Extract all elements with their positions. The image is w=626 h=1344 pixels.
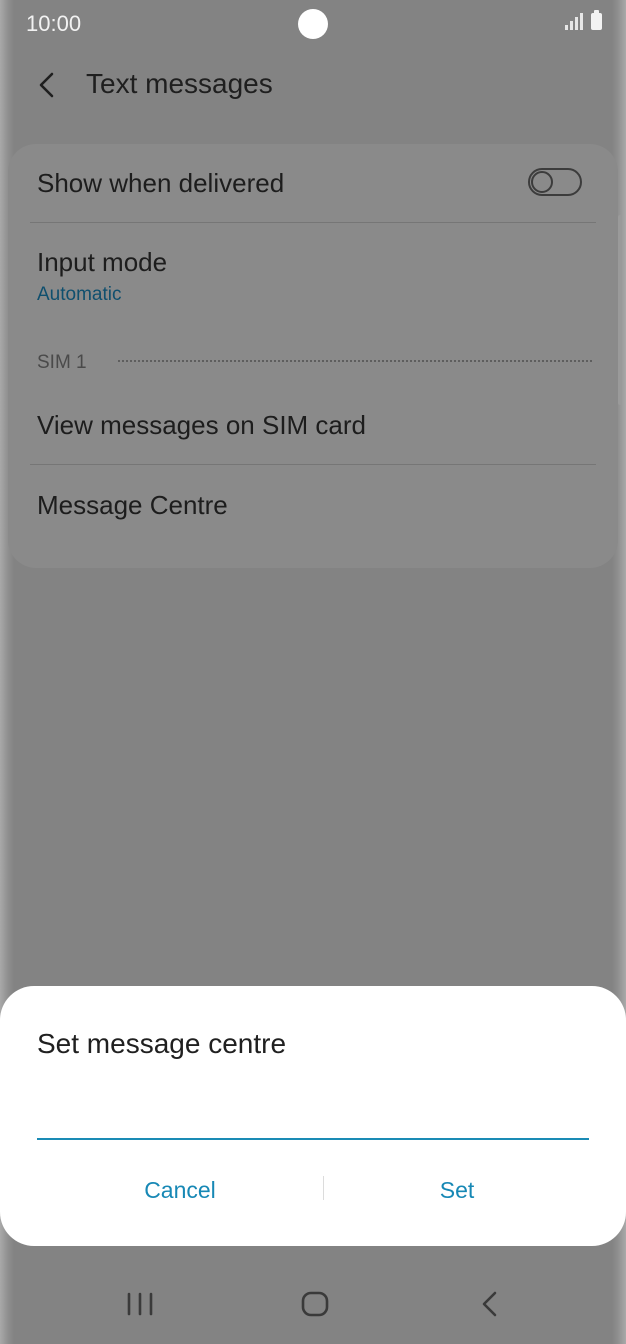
back-button[interactable]: [28, 64, 68, 104]
setting-message-centre[interactable]: Message Centre: [8, 465, 618, 545]
setting-label: Message Centre: [37, 490, 228, 520]
section-divider: [118, 360, 592, 362]
home-button[interactable]: [287, 1276, 343, 1332]
recents-button[interactable]: [112, 1276, 168, 1332]
status-icons: [565, 10, 602, 30]
set-button[interactable]: Set: [317, 1162, 597, 1218]
set-message-centre-dialog: Set message centre Cancel Set: [0, 986, 626, 1246]
home-icon: [301, 1291, 329, 1317]
dialog-title: Set message centre: [37, 1028, 287, 1059]
signal-icon: [565, 12, 583, 30]
setting-value: Automatic: [37, 284, 122, 305]
page-title: Text messages: [86, 68, 273, 99]
setting-label: Show when delivered: [37, 168, 285, 198]
cancel-button[interactable]: Cancel: [40, 1162, 320, 1218]
setting-label: Input mode: [37, 247, 168, 277]
setting-show-when-delivered[interactable]: Show when delivered: [8, 144, 618, 222]
scrollbar[interactable]: [618, 215, 622, 405]
section-label-sim1: SIM 1: [37, 352, 87, 373]
nav-back-button[interactable]: [462, 1276, 518, 1332]
back-arrow-icon: [39, 72, 54, 98]
status-time: 10:00: [26, 11, 82, 36]
show-when-delivered-toggle[interactable]: [528, 168, 582, 196]
settings-card: Show when delivered Input mode Automatic…: [8, 144, 618, 568]
recents-icon: [127, 1292, 153, 1316]
phone-screen: 10:00 Text messages Show when delivered: [0, 0, 626, 1344]
setting-label: View messages on SIM card: [37, 410, 366, 440]
setting-input-mode[interactable]: Input mode Automatic: [8, 223, 618, 323]
battery-icon: [591, 10, 602, 30]
status-bar: 10:00: [0, 0, 626, 48]
back-icon: [482, 1291, 497, 1317]
toggle-knob: [531, 171, 553, 193]
camera-cutout: [298, 9, 328, 39]
app-header: Text messages: [0, 60, 626, 108]
message-centre-input[interactable]: [37, 1092, 589, 1140]
navigation-bar: [0, 1262, 626, 1344]
setting-view-messages-on-sim[interactable]: View messages on SIM card: [8, 384, 618, 464]
